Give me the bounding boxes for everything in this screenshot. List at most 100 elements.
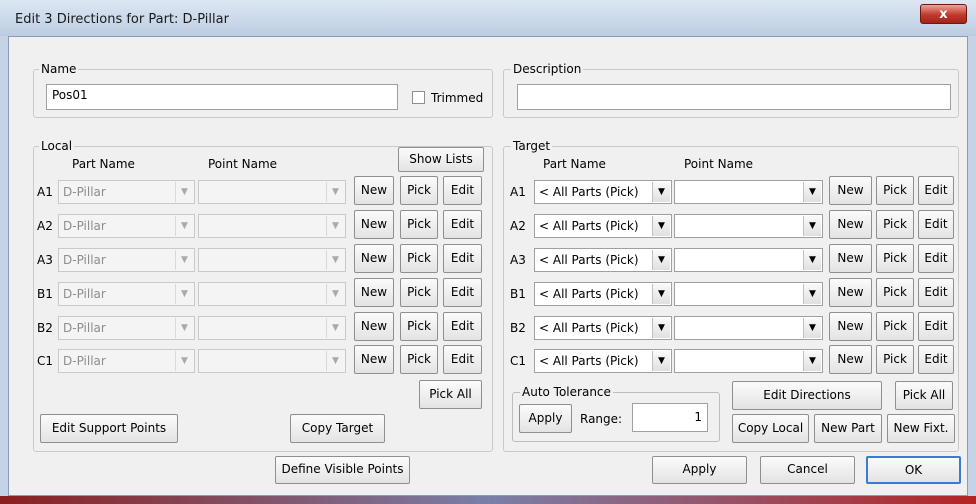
local-pick-button[interactable]: Pick <box>400 312 438 341</box>
local-part-combo[interactable]: D-Pillar ▼ <box>58 248 195 272</box>
local-new-button[interactable]: New <box>354 176 394 205</box>
local-point-name-header: Point Name <box>208 157 278 171</box>
local-row-label: C1 <box>37 354 54 368</box>
local-point-combo[interactable]: ▼ <box>198 282 346 306</box>
target-edit-button[interactable]: Edit <box>918 210 954 239</box>
chevron-down-icon: ▼ <box>326 182 344 202</box>
new-part-button[interactable]: New Part <box>814 414 882 443</box>
target-part-combo-value: < All Parts (Pick) <box>539 287 639 301</box>
title-bar[interactable]: Edit 3 Directions for Part: D-Pillar x <box>0 0 976 36</box>
local-part-combo-value: D-Pillar <box>63 185 106 199</box>
target-pick-button[interactable]: Pick <box>876 176 914 205</box>
local-legend: Local <box>39 139 75 153</box>
close-button[interactable]: x <box>920 4 967 24</box>
target-pick-button[interactable]: Pick <box>876 345 914 374</box>
local-edit-button[interactable]: Edit <box>443 210 482 239</box>
show-lists-button[interactable]: Show Lists <box>398 147 484 172</box>
chevron-down-icon: ▼ <box>175 351 193 371</box>
local-pick-button[interactable]: Pick <box>400 210 438 239</box>
target-part-combo[interactable]: < All Parts (Pick) ▼ <box>534 248 672 272</box>
local-edit-button[interactable]: Edit <box>443 345 482 374</box>
target-point-combo[interactable]: ▼ <box>674 316 823 340</box>
local-part-combo[interactable]: D-Pillar ▼ <box>58 316 195 340</box>
chevron-down-icon: ▼ <box>803 182 821 202</box>
target-point-combo[interactable]: ▼ <box>674 248 823 272</box>
copy-target-button[interactable]: Copy Target <box>290 414 385 443</box>
target-edit-button[interactable]: Edit <box>918 312 954 341</box>
copy-local-button[interactable]: Copy Local <box>732 414 809 443</box>
ok-button[interactable]: OK <box>866 456 961 484</box>
new-fixt-button[interactable]: New Fixt. <box>887 414 955 443</box>
target-pick-button[interactable]: Pick <box>876 244 914 273</box>
target-pick-button[interactable]: Pick <box>876 312 914 341</box>
local-point-combo[interactable]: ▼ <box>198 180 346 204</box>
local-new-button[interactable]: New <box>354 345 394 374</box>
target-row-label: B1 <box>510 287 526 301</box>
local-pick-button[interactable]: Pick <box>400 278 438 307</box>
cancel-button[interactable]: Cancel <box>760 456 855 484</box>
local-part-combo-value: D-Pillar <box>63 354 106 368</box>
local-edit-button[interactable]: Edit <box>443 278 482 307</box>
auto-tolerance-apply-button[interactable]: Apply <box>519 404 572 433</box>
local-edit-button[interactable]: Edit <box>443 176 482 205</box>
target-new-button[interactable]: New <box>829 210 872 239</box>
target-point-combo[interactable]: ▼ <box>674 214 823 238</box>
target-part-combo[interactable]: < All Parts (Pick) ▼ <box>534 316 672 340</box>
target-new-button[interactable]: New <box>829 176 872 205</box>
target-row-label: A3 <box>510 253 526 267</box>
local-part-combo[interactable]: D-Pillar ▼ <box>58 282 195 306</box>
target-part-combo[interactable]: < All Parts (Pick) ▼ <box>534 214 672 238</box>
local-new-button[interactable]: New <box>354 244 394 273</box>
edit-support-points-button[interactable]: Edit Support Points <box>40 414 178 443</box>
target-part-combo[interactable]: < All Parts (Pick) ▼ <box>534 349 672 373</box>
name-input[interactable]: Pos01 <box>46 84 398 110</box>
local-point-combo[interactable]: ▼ <box>198 248 346 272</box>
target-row-label: A2 <box>510 219 526 233</box>
apply-button[interactable]: Apply <box>652 456 747 484</box>
local-edit-button[interactable]: Edit <box>443 312 482 341</box>
local-pick-button[interactable]: Pick <box>400 345 438 374</box>
local-pick-all-button[interactable]: Pick All <box>419 380 482 409</box>
target-new-button[interactable]: New <box>829 278 872 307</box>
description-input[interactable] <box>517 84 951 110</box>
local-edit-button[interactable]: Edit <box>443 244 482 273</box>
trimmed-checkbox[interactable] <box>412 91 425 104</box>
target-edit-button[interactable]: Edit <box>918 176 954 205</box>
chevron-down-icon: ▼ <box>803 318 821 338</box>
window-title: Edit 3 Directions for Part: D-Pillar <box>15 12 229 27</box>
define-visible-points-button[interactable]: Define Visible Points <box>275 456 410 484</box>
local-part-combo[interactable]: D-Pillar ▼ <box>58 214 195 238</box>
local-part-combo-value: D-Pillar <box>63 321 106 335</box>
local-point-combo[interactable]: ▼ <box>198 349 346 373</box>
chevron-down-icon: ▼ <box>652 182 670 202</box>
target-edit-button[interactable]: Edit <box>918 244 954 273</box>
local-new-button[interactable]: New <box>354 312 394 341</box>
range-label: Range: <box>580 412 623 426</box>
local-part-name-header: Part Name <box>72 157 135 171</box>
target-part-combo[interactable]: < All Parts (Pick) ▼ <box>534 282 672 306</box>
target-point-combo[interactable]: ▼ <box>674 349 823 373</box>
target-pick-button[interactable]: Pick <box>876 210 914 239</box>
close-icon: x <box>939 7 948 22</box>
local-part-combo[interactable]: D-Pillar ▼ <box>58 180 195 204</box>
local-part-combo[interactable]: D-Pillar ▼ <box>58 349 195 373</box>
target-edit-button[interactable]: Edit <box>918 278 954 307</box>
target-point-combo[interactable]: ▼ <box>674 180 823 204</box>
target-pick-all-button[interactable]: Pick All <box>895 381 953 410</box>
local-new-button[interactable]: New <box>354 210 394 239</box>
edit-directions-button[interactable]: Edit Directions <box>732 381 882 410</box>
local-point-combo[interactable]: ▼ <box>198 316 346 340</box>
local-point-combo[interactable]: ▼ <box>198 214 346 238</box>
target-point-combo[interactable]: ▼ <box>674 282 823 306</box>
target-edit-button[interactable]: Edit <box>918 345 954 374</box>
range-input[interactable]: 1 <box>632 403 708 432</box>
local-pick-button[interactable]: Pick <box>400 176 438 205</box>
local-new-button[interactable]: New <box>354 278 394 307</box>
target-new-button[interactable]: New <box>829 312 872 341</box>
local-pick-button[interactable]: Pick <box>400 244 438 273</box>
target-part-combo[interactable]: < All Parts (Pick) ▼ <box>534 180 672 204</box>
target-new-button[interactable]: New <box>829 244 872 273</box>
target-pick-button[interactable]: Pick <box>876 278 914 307</box>
target-new-button[interactable]: New <box>829 345 872 374</box>
chevron-down-icon: ▼ <box>652 351 670 371</box>
